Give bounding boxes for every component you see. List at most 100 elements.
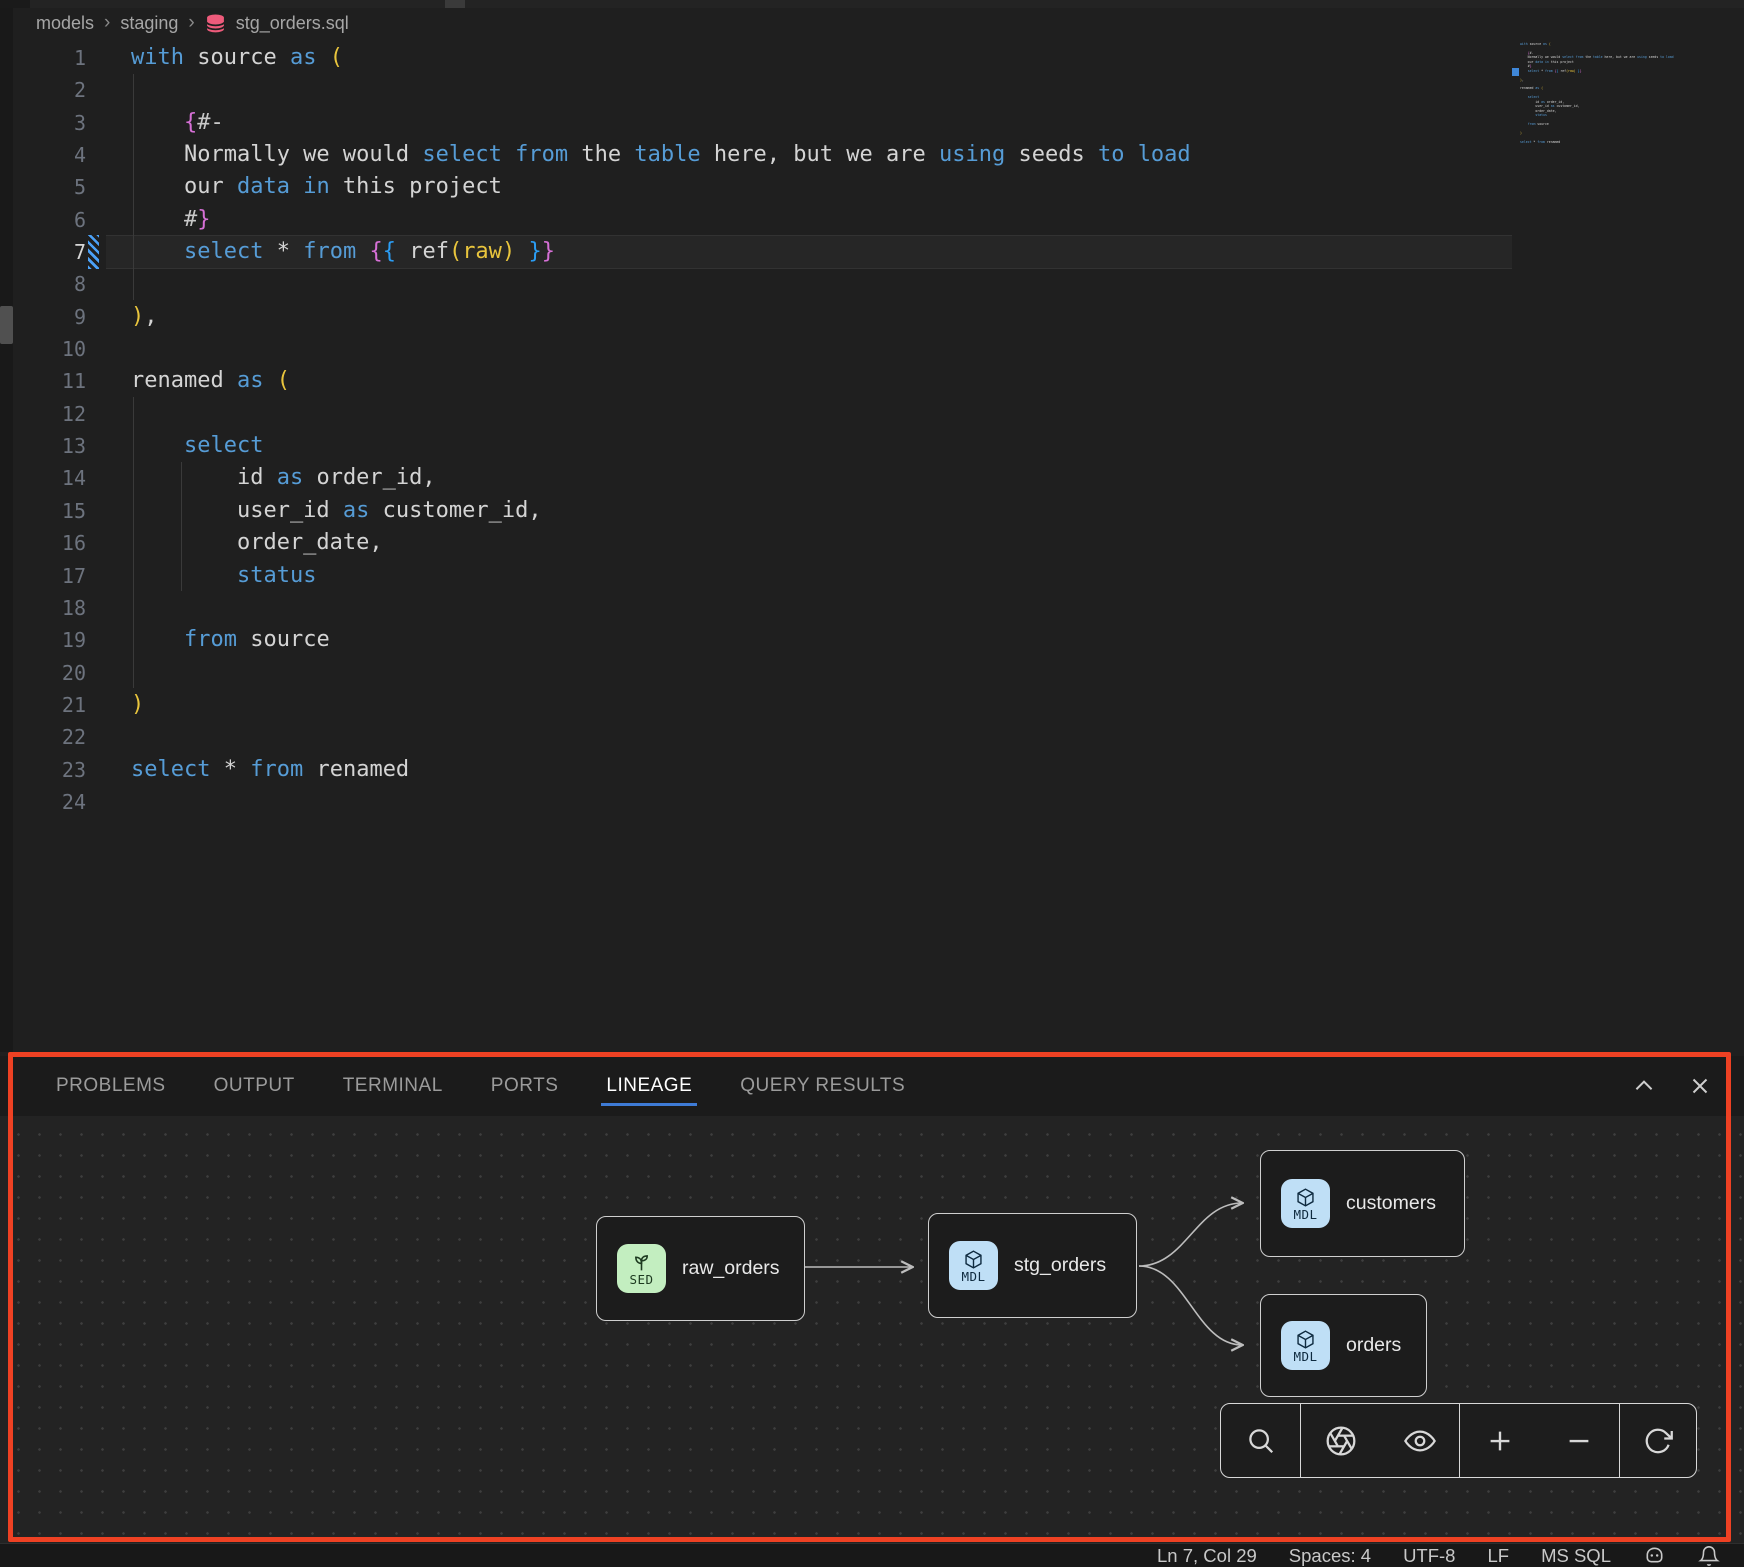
line-number: 15 xyxy=(0,495,86,527)
code-line[interactable]: renamed as ( xyxy=(131,365,1191,397)
line-number: 17 xyxy=(0,560,86,592)
code-line[interactable]: user_id as customer_id, xyxy=(131,495,1191,527)
breadcrumb-file[interactable]: stg_orders.sql xyxy=(236,13,349,34)
breadcrumb: models › staging › stg_orders.sql xyxy=(36,6,349,40)
line-number: 5 xyxy=(0,171,86,203)
line-number: 14 xyxy=(0,462,86,494)
badge-label: MDL xyxy=(1293,1350,1317,1363)
chevron-right-icon: › xyxy=(188,12,194,34)
model-badge: MDL xyxy=(1281,1179,1330,1228)
node-label: customers xyxy=(1346,1192,1436,1215)
line-number: 1 xyxy=(0,42,86,74)
tab-terminal[interactable]: TERMINAL xyxy=(343,1056,443,1116)
lineage-node-customers[interactable]: MDL customers xyxy=(1260,1150,1465,1257)
lineage-toolbar xyxy=(1220,1403,1697,1478)
code-line[interactable]: ) xyxy=(131,689,1191,721)
tab-output[interactable]: OUTPUT xyxy=(214,1056,295,1116)
refresh-icon xyxy=(1643,1426,1673,1456)
tab-problems[interactable]: PROBLEMS xyxy=(56,1056,166,1116)
lineage-node-stg-orders[interactable]: MDL stg_orders xyxy=(928,1213,1137,1318)
code-line[interactable]: our data in this project xyxy=(131,171,1191,203)
code-lines[interactable]: with source as ( {#- Normally we would s… xyxy=(131,42,1191,818)
line-number: 19 xyxy=(0,624,86,656)
minus-icon xyxy=(1564,1426,1594,1456)
code-line[interactable]: #} xyxy=(131,204,1191,236)
status-encoding[interactable]: UTF-8 xyxy=(1403,1545,1455,1567)
chevron-right-icon: › xyxy=(104,12,110,34)
copilot-icon[interactable] xyxy=(1643,1544,1666,1567)
code-line[interactable]: ), xyxy=(131,301,1191,333)
panel-tabbar: PROBLEMS OUTPUT TERMINAL PORTS LINEAGE QUERY … xyxy=(0,1056,1744,1116)
lineage-canvas[interactable]: SED raw_orders MDL stg_orders MDL custom… xyxy=(0,1116,1744,1543)
refresh-button[interactable] xyxy=(1640,1423,1676,1459)
zoom-in-button[interactable] xyxy=(1482,1423,1518,1459)
chevron-up-icon xyxy=(1636,1082,1651,1090)
line-number: 9 xyxy=(0,301,86,333)
aperture-button[interactable] xyxy=(1323,1423,1359,1459)
breadcrumb-item-models[interactable]: models xyxy=(36,13,94,34)
line-number: 2 xyxy=(0,74,86,106)
badge-label: MDL xyxy=(1293,1208,1317,1221)
lineage-node-orders[interactable]: MDL orders xyxy=(1260,1294,1427,1397)
close-icon xyxy=(1694,1080,1707,1093)
search-button[interactable] xyxy=(1243,1423,1279,1459)
code-line[interactable]: select * from {{ ref(raw) }} xyxy=(131,236,1191,268)
code-line[interactable]: select * from renamed xyxy=(131,754,1191,786)
eye-icon xyxy=(1404,1425,1436,1457)
code-line[interactable] xyxy=(131,721,1191,753)
model-badge: MDL xyxy=(949,1241,998,1290)
tab-lineage[interactable]: LINEAGE xyxy=(606,1056,692,1116)
code-line[interactable] xyxy=(131,333,1191,365)
code-line[interactable] xyxy=(131,74,1191,106)
lineage-node-raw-orders[interactable]: SED raw_orders xyxy=(596,1216,805,1321)
statusbar: Ln 7, Col 29 Spaces: 4 UTF-8 LF MS SQL xyxy=(0,1543,1744,1567)
code-line[interactable]: status xyxy=(131,560,1191,592)
code-line[interactable]: select xyxy=(131,430,1191,462)
code-line[interactable]: from source xyxy=(131,624,1191,656)
code-line[interactable]: order_date, xyxy=(131,527,1191,559)
code-line[interactable] xyxy=(131,657,1191,689)
code-line[interactable] xyxy=(131,592,1191,624)
node-label: stg_orders xyxy=(1014,1254,1106,1277)
code-line[interactable]: Normally we would select from the table … xyxy=(131,139,1191,171)
minimap[interactable]: with source as ( {#- Normally we would s… xyxy=(1520,42,1700,149)
panel-close-button[interactable] xyxy=(1686,1072,1714,1100)
line-number: 8 xyxy=(0,268,86,300)
status-language-mode[interactable]: MS SQL xyxy=(1541,1545,1611,1567)
bell-icon[interactable] xyxy=(1698,1545,1720,1567)
code-line[interactable] xyxy=(131,786,1191,818)
cube-icon xyxy=(963,1249,984,1270)
lineage-edges xyxy=(0,1116,1744,1543)
tab-ports[interactable]: PORTS xyxy=(491,1056,559,1116)
code-line[interactable]: with source as ( xyxy=(131,42,1191,74)
minimap-lines: with source as ( {#- Normally we would s… xyxy=(1520,42,1700,149)
status-eol[interactable]: LF xyxy=(1487,1545,1509,1567)
code-line[interactable] xyxy=(131,398,1191,430)
model-badge: MDL xyxy=(1281,1321,1330,1370)
tab-query-results[interactable]: QUERY RESULTS xyxy=(740,1056,905,1116)
code-line[interactable] xyxy=(131,268,1191,300)
cube-icon xyxy=(1295,1187,1316,1208)
panel-maximize-button[interactable] xyxy=(1630,1072,1658,1100)
line-number: 11 xyxy=(0,365,86,397)
gutter: 123456789101112131415161718192021222324 xyxy=(0,42,86,818)
tab-divider-notch xyxy=(445,0,465,8)
zoom-out-button[interactable] xyxy=(1561,1423,1597,1459)
code-line[interactable]: {#- xyxy=(131,107,1191,139)
breadcrumb-item-staging[interactable]: staging xyxy=(120,13,178,34)
line-number: 10 xyxy=(0,333,86,365)
node-label: raw_orders xyxy=(682,1257,780,1280)
search-icon xyxy=(1246,1426,1276,1456)
line-number: 22 xyxy=(0,721,86,753)
line-number: 4 xyxy=(0,139,86,171)
top-left-corner xyxy=(0,0,30,8)
minimap-modified-marker xyxy=(1512,68,1519,76)
visibility-button[interactable] xyxy=(1402,1423,1438,1459)
line-number: 20 xyxy=(0,657,86,689)
status-indentation[interactable]: Spaces: 4 xyxy=(1289,1545,1371,1567)
code-line[interactable]: id as order_id, xyxy=(131,462,1191,494)
line-number: 18 xyxy=(0,592,86,624)
status-cursor-position[interactable]: Ln 7, Col 29 xyxy=(1157,1545,1257,1567)
line-number: 3 xyxy=(0,107,86,139)
badge-label: MDL xyxy=(961,1270,985,1283)
